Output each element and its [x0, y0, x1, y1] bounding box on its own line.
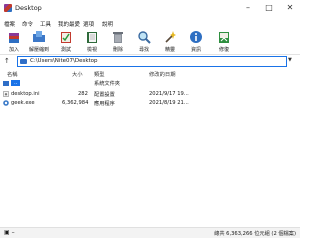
info-button[interactable]: 資訊: [188, 29, 204, 53]
column-type[interactable]: 類型: [94, 70, 105, 78]
file-name: geek.exe: [11, 100, 35, 106]
chevron-down-icon[interactable]: ▼: [288, 57, 292, 63]
file-size: 282: [78, 91, 88, 97]
drive-icon: ▣ –: [4, 229, 15, 236]
file-size: 6,362,984: [62, 100, 89, 106]
menu-options[interactable]: 選項: [83, 20, 94, 28]
title-bar: Desktop – □ ✕: [0, 0, 300, 19]
info-icon: [190, 31, 202, 43]
file-type: 配置設置: [94, 92, 115, 98]
view-icon: [87, 32, 97, 43]
up-arrow-icon[interactable]: ↑: [4, 57, 10, 65]
maximize-icon[interactable]: □: [262, 1, 276, 15]
exe-file-icon: [3, 100, 9, 106]
extract-to-label: 解壓縮到: [28, 47, 49, 53]
file-list: 名稱 大小 類型 修改的日期 .. 系統文件夾 desktop.ini 282 …: [0, 68, 300, 224]
close-icon[interactable]: ✕: [283, 1, 297, 15]
table-row[interactable]: desktop.ini 282 配置設置 2021/9/17 19...: [0, 90, 300, 99]
file-modified: 2021/9/17 19...: [149, 91, 189, 97]
file-type: 系統文件夾: [94, 81, 120, 87]
repair-button[interactable]: 修復: [216, 29, 232, 53]
add-archive-icon: [9, 33, 19, 43]
menu-tools[interactable]: 工具: [40, 20, 51, 28]
address-bar: ↑ C:\Users\Nite07\Desktop ▼: [0, 54, 300, 69]
wizard-button[interactable]: 精靈: [162, 29, 178, 53]
file-name: ..: [11, 80, 21, 86]
view-button[interactable]: 檢視: [84, 29, 100, 53]
column-name[interactable]: 名稱: [7, 70, 18, 78]
settings-file-icon: [3, 91, 9, 97]
window-title: Desktop: [15, 4, 42, 12]
find-button[interactable]: 尋找: [136, 29, 152, 53]
winrar-app-icon: [4, 4, 12, 12]
test-label: 測試: [60, 47, 71, 53]
parent-folder-icon: [3, 81, 9, 86]
path-field[interactable]: C:\Users\Nite07\Desktop: [17, 56, 287, 67]
path-text: C:\Users\Nite07\Desktop: [30, 58, 98, 64]
menu-favorites[interactable]: 我的最愛: [58, 20, 80, 28]
table-row[interactable]: .. 系統文件夾: [0, 79, 300, 88]
toolbar: 加入 解壓縮到 測試 檢視 刪除 尋找 精靈 資訊 修復: [0, 29, 300, 53]
column-modified[interactable]: 修改的日期: [149, 70, 176, 78]
file-type: 應用程序: [94, 101, 115, 107]
add-button[interactable]: 加入: [6, 29, 22, 53]
wizard-icon: [165, 31, 176, 43]
wizard-label: 精靈: [164, 47, 175, 53]
repair-icon: [219, 32, 229, 43]
menu-help[interactable]: 說明: [102, 20, 113, 28]
find-label: 尋找: [138, 47, 149, 53]
menu-file[interactable]: 檔案: [4, 20, 15, 28]
file-name: desktop.ini: [11, 91, 40, 97]
add-label: 加入: [8, 47, 19, 53]
delete-label: 刪除: [112, 47, 123, 53]
test-icon: [61, 32, 71, 43]
menu-commands[interactable]: 命令: [22, 20, 33, 28]
extract-to-icon: [33, 31, 45, 42]
menu-bar: 檔案 命令 工具 我的最愛 選項 說明: [0, 19, 300, 29]
delete-button[interactable]: 刪除: [110, 29, 126, 53]
view-label: 檢視: [86, 47, 97, 53]
extract-to-button[interactable]: 解壓縮到: [29, 29, 49, 53]
delete-icon: [113, 32, 123, 43]
find-icon: [138, 31, 151, 44]
status-text: 總共 6,363,266 位元組 (2 個檔案): [214, 231, 296, 237]
status-bar: ▣ – 總共 6,363,266 位元組 (2 個檔案): [0, 227, 300, 238]
repair-label: 修復: [218, 47, 229, 53]
table-row[interactable]: geek.exe 6,362,984 應用程序 2021/8/19 21...: [0, 99, 300, 108]
info-label: 資訊: [190, 47, 201, 53]
column-size[interactable]: 大小: [72, 70, 83, 78]
minimize-icon[interactable]: –: [241, 1, 255, 15]
folder-icon: [20, 59, 27, 64]
file-modified: 2021/8/19 21...: [149, 100, 189, 106]
test-button[interactable]: 測試: [58, 29, 74, 53]
